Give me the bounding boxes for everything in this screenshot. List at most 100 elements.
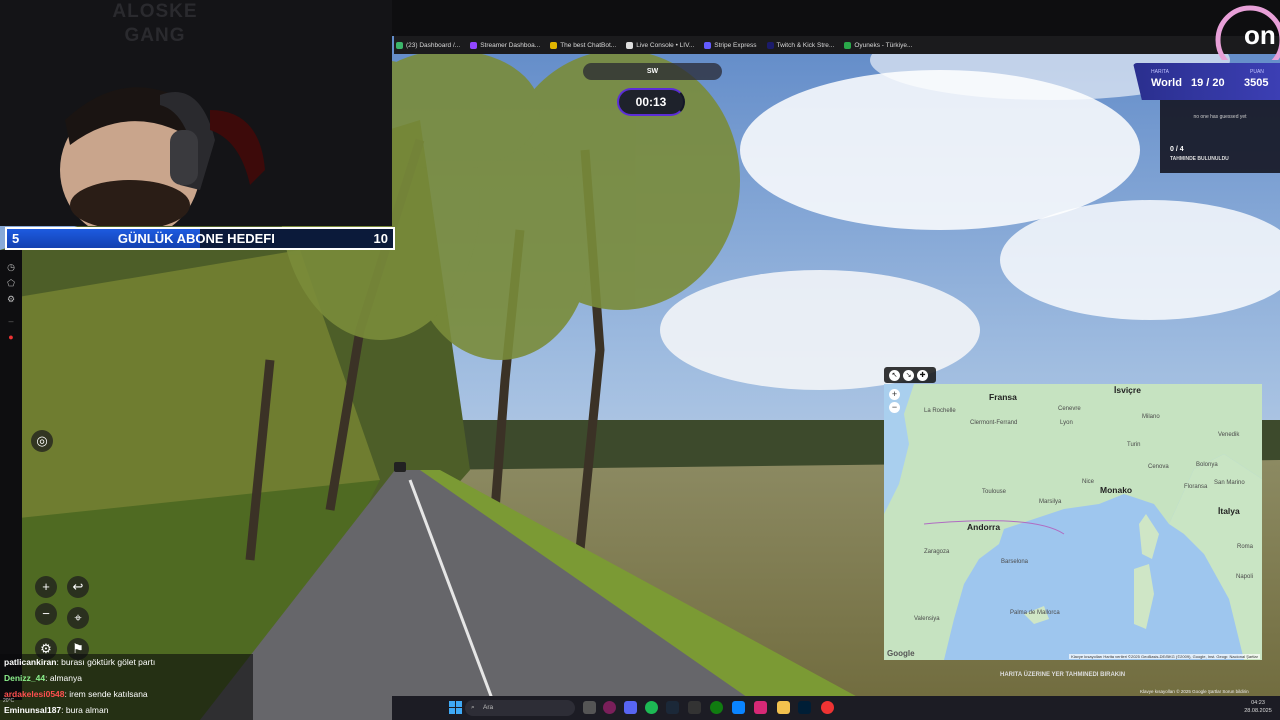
search-icon: ⌕ [471,704,475,711]
tab-favicon-icon [844,41,852,49]
chat-username[interactable]: patlicankiran [4,657,56,667]
map-city-label: Turin [1127,442,1141,448]
browser-tab[interactable]: Streamer Dashboa... [470,41,541,49]
edge-icon[interactable] [732,701,745,714]
guess-map[interactable]: Fransa İsviçre Andorra Monako İtalya San… [884,384,1262,660]
guess-count: 0 / 4 [1170,146,1184,153]
guess-status-panel: no one has guessed yet 0 / 4 TAHMINDE BU… [1160,100,1280,173]
map-country-label: Monako [1100,485,1133,495]
side-rail: ◷ ⬠ ⚙ – ● [0,250,22,700]
chat-text: : almanya [45,673,82,683]
location-pin-icon[interactable]: ⌖ [67,607,89,629]
zoom-in-button[interactable]: + [35,576,57,598]
goal-title: GÜNLÜK ABONE HEDEFI [117,231,275,246]
windows-start-icon[interactable] [449,701,462,714]
opera-gx-icon[interactable] [603,701,616,714]
map-city-label: Bolonya [1196,462,1218,468]
divider-icon: – [8,316,14,326]
map-zoom-in-button[interactable]: + [889,389,900,400]
browser-tab[interactable]: (23) Dashboard /... [396,41,461,49]
score-label: PUAN [1250,69,1264,75]
app-icon[interactable] [688,701,701,714]
map-terrain [884,384,1262,660]
goal-current: 5 [12,231,20,246]
map-city-label: Valensiya [914,616,940,622]
chat-username[interactable]: Eminunsal187 [4,705,61,715]
clock-time: 04:23 [1251,700,1265,706]
discord-icon[interactable] [624,701,637,714]
gear-icon[interactable]: ⚙ [6,294,16,304]
taskbar-clock[interactable]: 04:23 28.08.2025 [1236,699,1280,715]
map-value: World [1151,77,1182,89]
chat-text: : irem sende katılsana [64,689,148,699]
map-city-label: Palma de Mallorca [1010,610,1060,616]
map-city-label: Clermont-Ferrand [970,420,1018,426]
camera-icon[interactable]: ◎ [31,430,53,452]
no-guess-text: no one has guessed yet [1193,114,1247,120]
taskbar-search-input[interactable]: ⌕ Ara [465,700,575,716]
map-city-label: Cenevre [1058,406,1081,412]
map-city-label: Lyon [1060,420,1073,426]
map-hint: HARITA ÜZERINE YER TAHMINEDI BIRAKIN [1000,672,1126,678]
record-icon[interactable]: ● [6,332,16,342]
map-attribution[interactable]: Klavye kısayolları Harita verileri ©2025… [1069,654,1260,659]
map-pin-icon[interactable]: ✚ [917,369,928,381]
weather-temp: 20°C [3,698,15,704]
tab-label: (23) Dashboard /... [406,41,461,49]
map-city-label: Cenova [1148,464,1169,470]
photoshop-icon[interactable] [798,701,811,714]
score-panel: HARITA World 19 / 20 PUAN 3505 [1133,63,1280,100]
top-bar [392,0,1280,36]
zoom-out-button[interactable]: − [35,603,57,625]
clock-icon[interactable]: ◷ [6,262,16,272]
folder-icon[interactable] [777,701,790,714]
steam-icon[interactable] [666,701,679,714]
map-city-label: Milano [1142,414,1160,420]
tab-favicon-icon [550,41,558,49]
map-city-label: Marsilya [1039,499,1062,505]
channel-logo: on [1215,5,1280,60]
browser-tab[interactable]: The best ChatBot... [550,41,617,49]
streetview-attribution[interactable]: Klavye kısayolları © 2025 Google Şartlar… [1140,689,1249,694]
bookmarks-bar: (23) Dashboard /... Streamer Dashboa... Th… [394,36,1280,54]
chat-username[interactable]: Denizz_44 [4,673,45,683]
puzzle-icon[interactable]: ⬠ [6,278,16,288]
tab-label: Streamer Dashboa... [480,41,541,49]
chat-message: patlicankiran: burası göktürk gölet part… [4,654,253,670]
chat-text: : bura alman [61,705,109,715]
map-country-label: Fransa [989,392,1017,402]
browser-tab[interactable]: Live Console • LIV... [626,41,694,49]
task-view-icon[interactable] [583,701,596,714]
tab-favicon-icon [704,41,712,49]
map-city-label: Venedik [1218,432,1240,438]
tab-favicon-icon [626,41,634,49]
map-expand-icon[interactable]: ↘ [903,369,914,381]
map-country-label: İsviçre [1114,385,1141,395]
streamer-figure [60,87,265,226]
xbox-icon[interactable] [710,701,723,714]
map-city-label: San Marino [1214,480,1245,486]
google-logo: Google [887,649,915,658]
browser-tab[interactable]: Oyuneks - Türkiye... [844,41,912,49]
map-shrink-icon[interactable]: ↖ [889,369,900,381]
guess-label: TAHMINDE BULUNULDU [1170,156,1229,162]
instagram-icon[interactable] [754,701,767,714]
map-toolbar: ↖ ↘ ✚ [884,367,936,383]
map-city-label: Nice [1082,479,1095,485]
tab-favicon-icon [766,41,774,49]
spotify-icon[interactable] [645,701,658,714]
goal-target: 10 [373,231,388,246]
chat-text: : burası göktürk gölet partı [56,657,156,667]
undo-icon[interactable]: ↩ [67,576,89,598]
tab-label: The best ChatBot... [560,41,617,49]
browser-tab[interactable]: Stripe Express [704,41,757,49]
chat-overlay: patlicankiran: burası göktürk gölet part… [0,654,253,720]
chat-message: Eminunsal187: bura alman [4,702,253,718]
obs-icon[interactable] [821,701,834,714]
tab-favicon-icon [470,41,478,49]
round-timer: 00:13 [617,88,685,116]
search-placeholder: Ara [483,704,494,711]
map-zoom-out-button[interactable]: − [889,402,900,413]
map-city-label: La Rochelle [924,408,956,414]
browser-tab[interactable]: Twitch & Kick Stre... [766,41,834,49]
